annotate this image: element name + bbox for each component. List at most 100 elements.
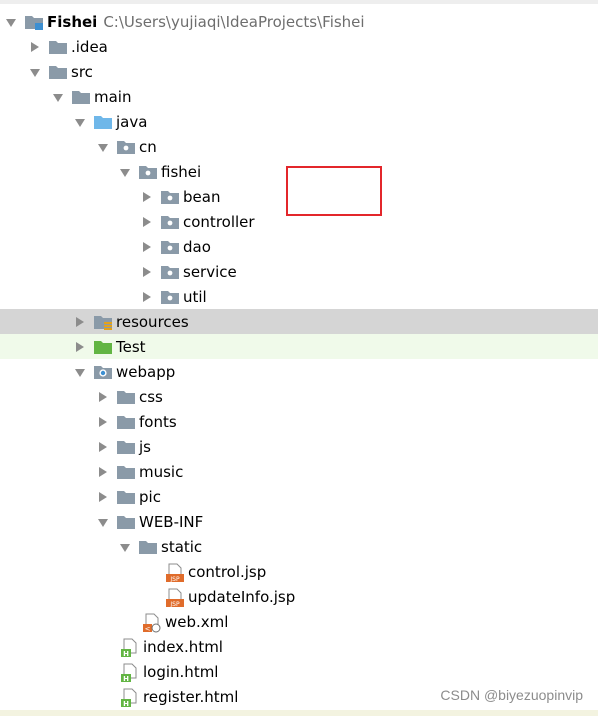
html-file-icon: H xyxy=(120,638,140,658)
chevron-right-icon[interactable] xyxy=(99,441,107,452)
tree-item-label: service xyxy=(183,262,237,281)
html-file-icon: H xyxy=(120,663,140,683)
tree-item-label: WEB-INF xyxy=(139,512,204,531)
tree-row-webapp[interactable]: webapp xyxy=(0,359,598,384)
chevron-right-icon[interactable] xyxy=(99,491,107,502)
folder-icon xyxy=(71,88,91,106)
resources-folder-icon xyxy=(93,313,113,331)
chevron-down-icon[interactable] xyxy=(30,68,40,77)
chevron-right-icon[interactable] xyxy=(99,391,107,402)
tree-row-idea[interactable]: .idea xyxy=(0,34,598,59)
folder-icon xyxy=(116,488,136,506)
xml-file-icon: < xyxy=(142,613,162,633)
folder-icon xyxy=(116,463,136,481)
tree-item-label: control.jsp xyxy=(188,562,267,581)
chevron-down-icon[interactable] xyxy=(75,118,85,127)
package-icon xyxy=(160,213,180,231)
tree-item-label: fonts xyxy=(139,412,177,431)
tree-item-label: cn xyxy=(139,137,157,156)
svg-text:JSP: JSP xyxy=(169,601,180,608)
package-icon xyxy=(116,138,136,156)
tree-item-label: controller xyxy=(183,212,255,231)
chevron-down-icon[interactable] xyxy=(53,93,63,102)
chevron-right-icon[interactable] xyxy=(143,291,151,302)
tree-item-label: util xyxy=(183,287,207,306)
package-icon xyxy=(160,288,180,306)
chevron-down-icon[interactable] xyxy=(6,18,16,27)
tree-item-label: Test xyxy=(116,337,146,356)
chevron-down-icon[interactable] xyxy=(120,543,130,552)
tree-row-java[interactable]: java xyxy=(0,109,598,134)
tree-item-label: index.html xyxy=(143,637,223,656)
tree-row-dao[interactable]: dao xyxy=(0,234,598,259)
tree-row-music[interactable]: music xyxy=(0,459,598,484)
tree-row-test[interactable]: Test xyxy=(0,334,598,359)
tree-row-pic[interactable]: pic xyxy=(0,484,598,509)
tree-row-resources[interactable]: resources xyxy=(0,309,598,334)
tree-row-util[interactable]: util xyxy=(0,284,598,309)
chevron-down-icon[interactable] xyxy=(98,143,108,152)
tree-row-css[interactable]: css xyxy=(0,384,598,409)
tree-item-label: fishei xyxy=(161,162,202,181)
chevron-right-icon[interactable] xyxy=(143,216,151,227)
tree-item-label: webapp xyxy=(116,362,176,381)
package-icon xyxy=(160,238,180,256)
red-annotation-box xyxy=(286,166,382,216)
tree-row-fonts[interactable]: fonts xyxy=(0,409,598,434)
folder-icon xyxy=(48,38,68,56)
tree-row-web-xml[interactable]: < web.xml xyxy=(0,609,598,634)
tree-item-label: login.html xyxy=(143,662,219,681)
tree-item-label: main xyxy=(94,87,132,106)
chevron-down-icon[interactable] xyxy=(75,368,85,377)
chevron-right-icon[interactable] xyxy=(76,341,84,352)
source-folder-icon xyxy=(93,113,113,131)
tree-row-static[interactable]: static xyxy=(0,534,598,559)
folder-icon xyxy=(116,388,136,406)
folder-icon xyxy=(116,438,136,456)
chevron-right-icon[interactable] xyxy=(76,316,84,327)
html-file-icon: H xyxy=(120,688,140,708)
web-folder-icon xyxy=(93,363,113,381)
chevron-down-icon[interactable] xyxy=(98,518,108,527)
package-icon xyxy=(160,263,180,281)
tree-item-label: css xyxy=(139,387,163,406)
folder-icon xyxy=(138,538,158,556)
tree-item-label: src xyxy=(71,62,93,81)
jsp-file-icon: JSP xyxy=(165,588,185,608)
panel-top-edge xyxy=(0,0,598,4)
chevron-right-icon[interactable] xyxy=(99,416,107,427)
tree-item-label: .idea xyxy=(71,37,108,56)
tree-row-js[interactable]: js xyxy=(0,434,598,459)
project-name: Fishei xyxy=(47,12,98,31)
tree-row-index-html[interactable]: H index.html xyxy=(0,634,598,659)
tree-item-label: dao xyxy=(183,237,211,256)
panel-bottom-edge xyxy=(0,710,598,716)
tree-item-label: static xyxy=(161,537,203,556)
chevron-right-icon[interactable] xyxy=(31,41,39,52)
tree-item-label: java xyxy=(116,112,148,131)
tree-row-updateinfo-jsp[interactable]: JSP updateInfo.jsp xyxy=(0,584,598,609)
tree-row-login-html[interactable]: H login.html xyxy=(0,659,598,684)
chevron-right-icon[interactable] xyxy=(143,266,151,277)
chevron-right-icon[interactable] xyxy=(143,191,151,202)
tree-item-label: js xyxy=(139,437,151,456)
svg-text:<: < xyxy=(145,625,151,633)
jsp-file-icon: JSP xyxy=(165,563,185,583)
chevron-down-icon[interactable] xyxy=(120,168,130,177)
tree-row-src[interactable]: src xyxy=(0,59,598,84)
tree-row-project-root[interactable]: Fishei C:\Users\yujiaqi\IdeaProjects\Fis… xyxy=(0,9,598,34)
chevron-right-icon[interactable] xyxy=(99,466,107,477)
tree-row-cn[interactable]: cn xyxy=(0,134,598,159)
tree-row-web-inf[interactable]: WEB-INF xyxy=(0,509,598,534)
chevron-right-icon[interactable] xyxy=(143,241,151,252)
tree-item-label: web.xml xyxy=(165,612,229,631)
svg-text:H: H xyxy=(123,700,129,708)
tree-row-main[interactable]: main xyxy=(0,84,598,109)
tree-row-control-jsp[interactable]: JSP control.jsp xyxy=(0,559,598,584)
svg-text:H: H xyxy=(123,675,129,683)
tree-item-label: music xyxy=(139,462,184,481)
tree-item-label: bean xyxy=(183,187,221,206)
tree-item-label: resources xyxy=(116,312,189,331)
test-folder-icon xyxy=(93,338,113,356)
tree-row-service[interactable]: service xyxy=(0,259,598,284)
